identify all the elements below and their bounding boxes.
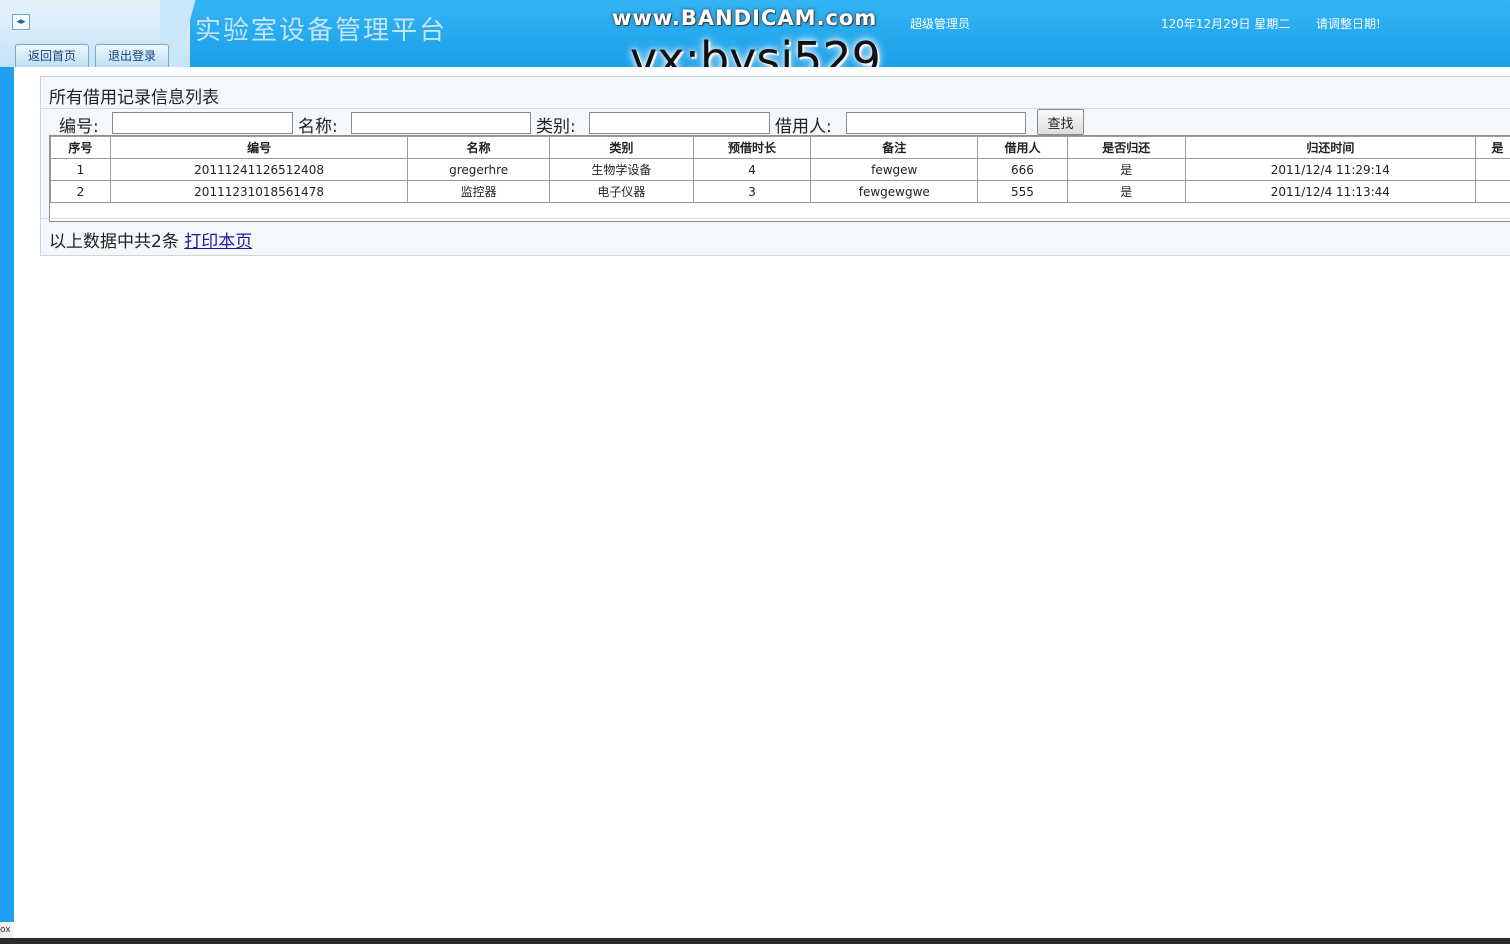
- table-cell: fewgewgwe: [810, 180, 979, 203]
- name-filter-label: 名称:: [298, 117, 338, 137]
- main-content: 所有借用记录信息列表 编号: 名称: 类别: 借用人: 查找 序号 编号 名称: [14, 67, 1510, 938]
- current-date: 120年12月29日 星期二: [1161, 17, 1291, 31]
- table-row: 1 20111241126512408 gregerhre 生物学设备 4 fe…: [50, 158, 1510, 181]
- table-cell: 3: [692, 180, 812, 203]
- column-header: 借用人: [977, 136, 1068, 159]
- table-cell: fewgew: [810, 158, 979, 181]
- code-filter-label: 编号:: [59, 117, 99, 137]
- table-cell: 生物学设备: [548, 158, 694, 181]
- column-header: 归还时间: [1184, 136, 1477, 159]
- table-cell: 是: [1066, 158, 1186, 181]
- records-table: 序号 编号 名称 类别 预借时长 备注 借用人 是否归还 归还时间 是 1 20…: [50, 136, 1510, 203]
- app-title: 实验室设备管理平台: [195, 16, 448, 46]
- table-divider: [41, 218, 1510, 219]
- column-header: 序号: [50, 136, 111, 159]
- table-footer: 以上数据中共2条 打印本页: [49, 227, 252, 252]
- print-page-link[interactable]: 打印本页: [184, 232, 252, 252]
- table-row: 2 20111231018561478 监控器 电子仪器 3 fewgewgwe…: [50, 180, 1510, 203]
- table-cell: 2: [50, 180, 111, 203]
- column-header: 类别: [548, 136, 694, 159]
- status-tag: ox: [0, 922, 14, 938]
- code-filter-input[interactable]: [112, 112, 293, 134]
- column-header: 预借时长: [692, 136, 812, 159]
- category-filter-label: 类别:: [536, 117, 576, 137]
- column-header: 名称: [407, 136, 550, 159]
- table-cell: 20111231018561478: [109, 180, 409, 203]
- category-filter-input[interactable]: [589, 112, 770, 134]
- column-header: 是否归还: [1066, 136, 1186, 159]
- table-cell: [1475, 180, 1510, 203]
- title-divider: [41, 108, 1510, 109]
- table-cell: 555: [977, 180, 1068, 203]
- user-role-label: 超级管理员: [910, 17, 971, 31]
- column-header: 编号: [109, 136, 409, 159]
- table-cell: 2011/12/4 11:13:44: [1184, 180, 1477, 203]
- borrower-filter-input[interactable]: [846, 112, 1026, 134]
- bandicam-watermark: www.BANDICAM.com: [612, 6, 878, 30]
- table-cell: 2011/12/4 11:29:14: [1184, 158, 1477, 181]
- table-cell: 1: [50, 158, 111, 181]
- records-table-container: 序号 编号 名称 类别 预借时长 备注 借用人 是否归还 归还时间 是 1 20…: [49, 135, 1510, 222]
- table-cell: gregerhre: [407, 158, 550, 181]
- table-cell: [1475, 158, 1510, 181]
- borrow-records-panel: 所有借用记录信息列表 编号: 名称: 类别: 借用人: 查找 序号 编号 名称: [40, 76, 1510, 256]
- table-cell: 20111241126512408: [109, 158, 409, 181]
- logout-button[interactable]: 退出登录: [95, 44, 169, 67]
- header-bar: ◂▸ 实验室设备管理平台 超级管理员 120年12月29日 星期二 请调整日期!…: [0, 0, 1510, 86]
- name-filter-input[interactable]: [351, 112, 531, 134]
- table-cell: 电子仪器: [548, 180, 694, 203]
- table-cell: 4: [692, 158, 812, 181]
- bottom-bar: [0, 938, 1510, 944]
- table-header-row: 序号 编号 名称 类别 预借时长 备注 借用人 是否归还 归还时间 是: [50, 136, 1510, 159]
- search-button[interactable]: 查找: [1037, 109, 1084, 135]
- table-cell: 666: [977, 158, 1068, 181]
- date-adjust-tip: 请调整日期!: [1316, 17, 1381, 31]
- column-header: 是: [1475, 136, 1510, 159]
- borrower-filter-label: 借用人:: [775, 117, 832, 137]
- panel-title: 所有借用记录信息列表: [49, 88, 219, 108]
- table-cell: 监控器: [407, 180, 550, 203]
- table-cell: 是: [1066, 180, 1186, 203]
- sidebar-toggle-icon[interactable]: ◂▸: [12, 14, 30, 30]
- record-count-summary: 以上数据中共2条: [49, 232, 179, 252]
- column-header: 备注: [810, 136, 979, 159]
- home-button[interactable]: 返回首页: [15, 44, 89, 67]
- left-sidebar-strip: [0, 67, 14, 922]
